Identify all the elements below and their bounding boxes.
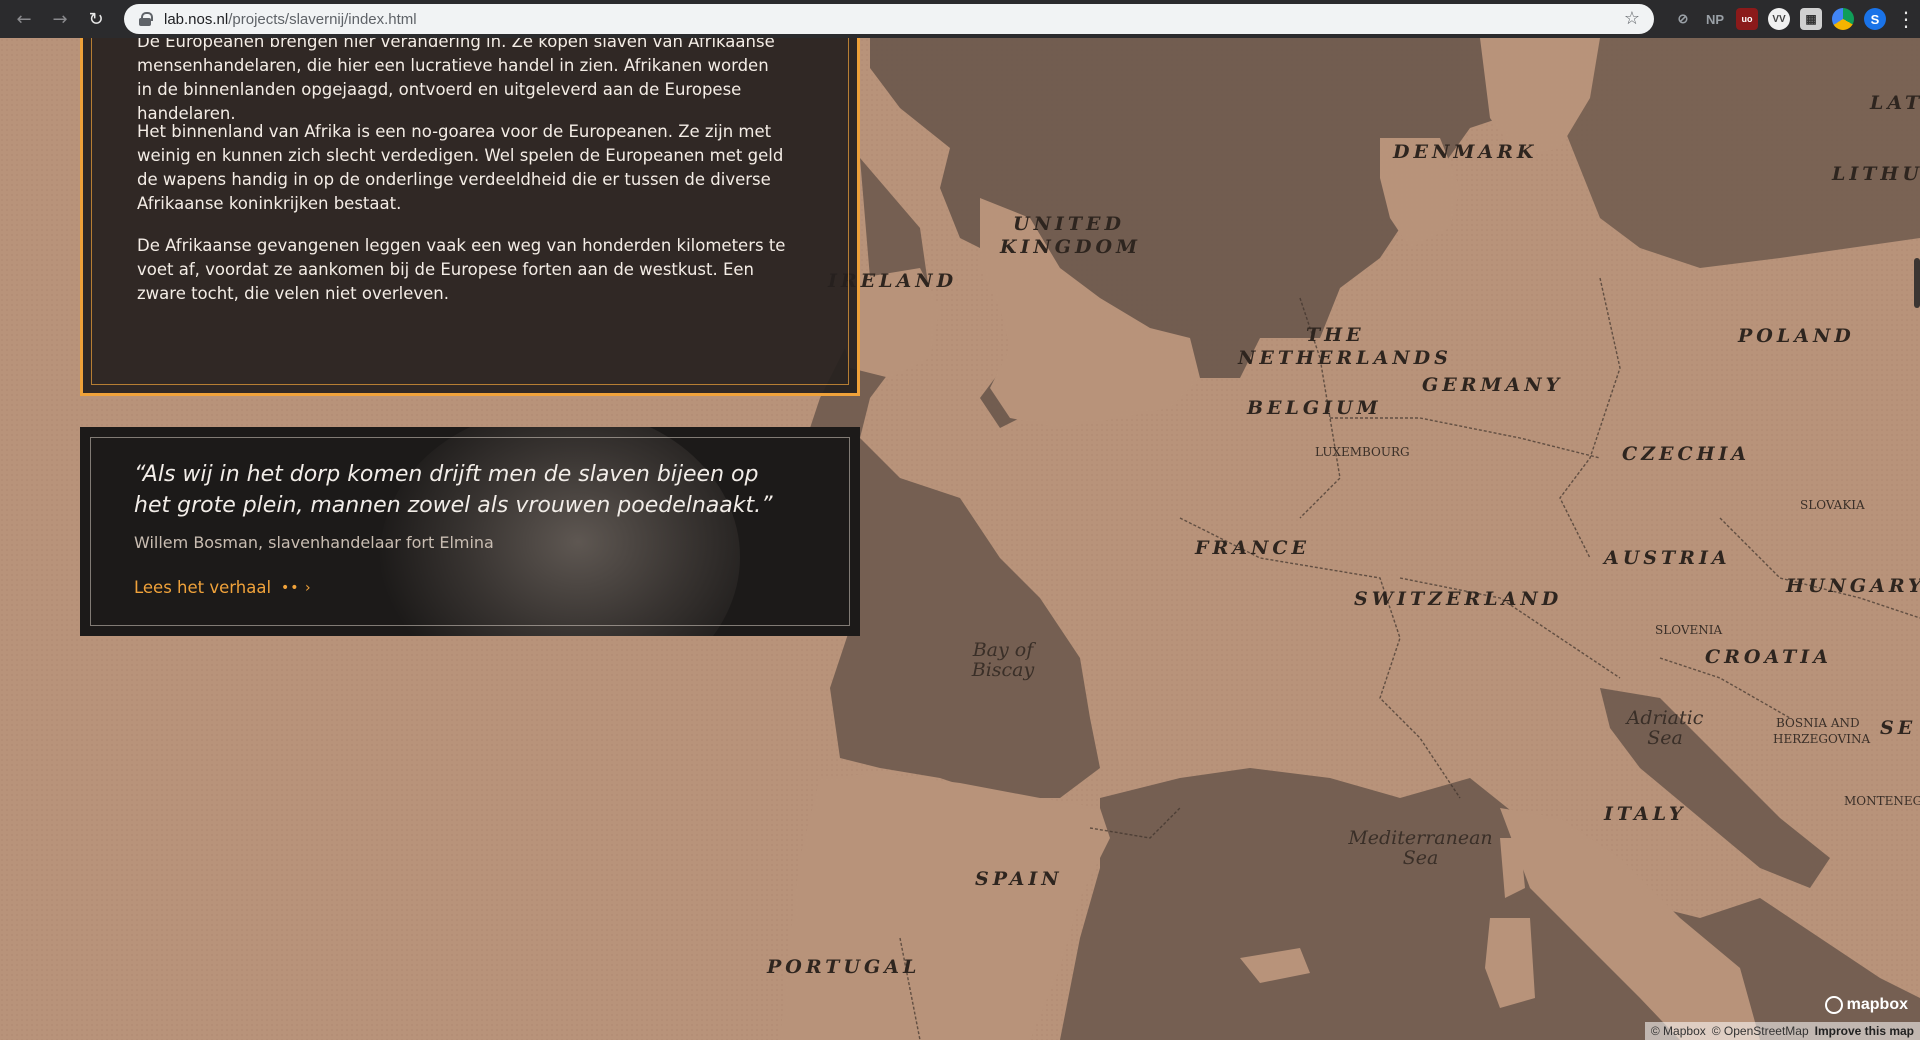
- story-paragraph-2: Het binnenland van Afrika is een no-goar…: [137, 122, 784, 213]
- label-slovakia: SLOVAKIA: [1800, 498, 1865, 512]
- label-czechia: CZECHIA: [1622, 443, 1751, 465]
- quote-author: Willem Bosman, slavenhandelaar fort Elmi…: [134, 533, 494, 552]
- np-extension-icon[interactable]: NP: [1704, 8, 1726, 30]
- improve-map-link[interactable]: Improve this map: [1815, 1024, 1914, 1038]
- scrollbar-thumb[interactable]: [1914, 258, 1920, 308]
- label-mediterranean-sea: Mediterranean Sea: [1348, 827, 1493, 869]
- label-se: SE: [1880, 717, 1917, 739]
- label-united: UNITED: [1013, 213, 1125, 235]
- story-paragraph-3: De Afrikaanse gevangenen leggen vaak een…: [137, 236, 786, 303]
- label-spain: SPAIN: [975, 868, 1063, 890]
- label-germany: GERMANY: [1422, 374, 1564, 396]
- menu-kebab-icon[interactable]: ⋮: [1896, 7, 1916, 31]
- label-netherlands: NETHERLANDS: [1238, 347, 1452, 369]
- address-bar[interactable]: lab.nos.nl/projects/slavernij/index.html…: [124, 4, 1654, 34]
- label-poland: POLAND: [1738, 325, 1855, 347]
- reload-icon[interactable]: ↻: [82, 5, 110, 33]
- label-belgium: BELGIUM: [1247, 397, 1382, 419]
- screenshot-extension-icon[interactable]: ▦: [1800, 8, 1822, 30]
- map-attribution: © Mapbox © OpenStreetMap Improve this ma…: [1644, 1022, 1920, 1040]
- story-paragraph-1: De Europeanen brengen hier verandering i…: [137, 38, 775, 123]
- label-adriatic-sea: Adriatic Sea: [1626, 707, 1704, 749]
- label-hungary: HUNGARY: [1786, 575, 1920, 597]
- attribution-mapbox-link[interactable]: © Mapbox: [1651, 1024, 1706, 1038]
- back-icon[interactable]: ←: [10, 5, 38, 33]
- label-bosnia-2: HERZEGOVINA: [1773, 732, 1871, 746]
- label-bay-of-biscay: Bay of Biscay: [971, 639, 1035, 681]
- attribution-osm-link[interactable]: © OpenStreetMap: [1712, 1024, 1809, 1038]
- bookmark-star-icon[interactable]: ☆: [1624, 8, 1640, 29]
- vv-extension-icon[interactable]: VV: [1768, 8, 1790, 30]
- label-luxembourg: LUXEMBOURG: [1315, 445, 1410, 459]
- profile-avatar[interactable]: S: [1864, 8, 1886, 30]
- sync-off-icon[interactable]: ⊘: [1672, 8, 1694, 30]
- drive-extension-icon[interactable]: [1832, 8, 1854, 30]
- ublock-icon[interactable]: uo: [1736, 8, 1758, 30]
- label-switzerland: SWITZERLAND: [1354, 588, 1563, 610]
- mapbox-logo[interactable]: mapbox: [1824, 996, 1908, 1014]
- mapbox-ring-icon: [1824, 996, 1843, 1014]
- label-the: THE: [1306, 324, 1365, 346]
- label-bosnia-1: BOSNIA AND: [1776, 716, 1860, 730]
- arrow-right-icon: •• ›: [281, 579, 312, 596]
- label-austria: AUSTRIA: [1604, 547, 1731, 569]
- url-text: lab.nos.nl/projects/slavernij/index.html: [164, 10, 417, 28]
- browser-toolbar: ← → ↻ lab.nos.nl/projects/slavernij/inde…: [0, 0, 1920, 38]
- label-slovenia: SLOVENIA: [1655, 623, 1723, 637]
- label-lat: LAT: [1870, 92, 1920, 114]
- label-france: FRANCE: [1195, 537, 1310, 559]
- extensions-bar: ⊘ NP uo VV ▦ S ⋮: [1672, 7, 1916, 31]
- forward-icon[interactable]: →: [46, 5, 74, 33]
- lock-icon: [138, 12, 153, 26]
- story-text-card: De Europeanen brengen hier verandering i…: [80, 38, 860, 396]
- quote-card: “Als wij in het dorp komen drijft men de…: [80, 427, 860, 636]
- label-lithua: LITHUA: [1832, 163, 1920, 185]
- label-portugal: PORTUGAL: [767, 956, 921, 978]
- label-denmark: DENMARK: [1393, 141, 1538, 163]
- map-canvas[interactable]: DENMARK UNITED KINGDOM IRELAND THE NETHE…: [0, 38, 1920, 1040]
- read-story-link[interactable]: Lees het verhaal •• ›: [134, 578, 312, 597]
- label-montenegro: MONTENEGR: [1844, 794, 1920, 808]
- label-italy: ITALY: [1604, 803, 1687, 825]
- label-kingdom: KINGDOM: [1000, 236, 1142, 258]
- label-croatia: CROATIA: [1705, 646, 1832, 668]
- quote-text: “Als wij in het dorp komen drijft men de…: [134, 462, 773, 518]
